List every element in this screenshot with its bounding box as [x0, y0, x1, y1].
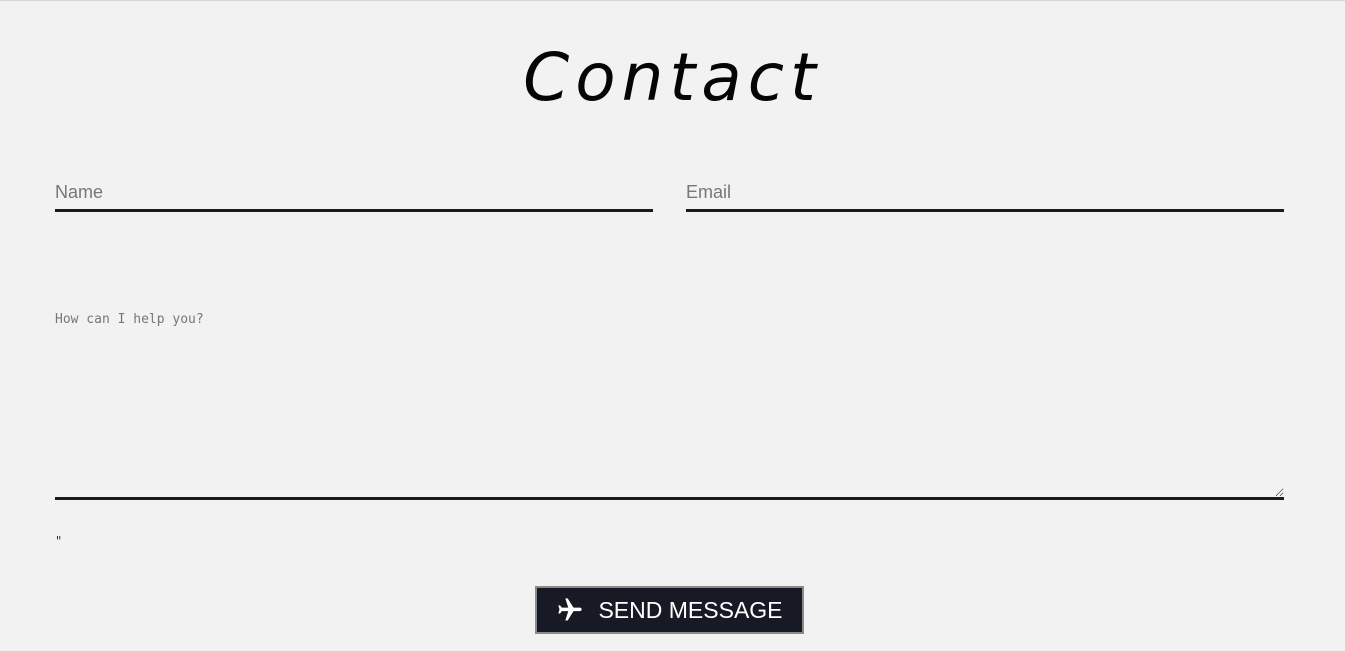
top-divider: [0, 0, 1345, 1]
send-message-label: SEND MESSAGE: [598, 596, 783, 623]
page-title: Contact: [523, 39, 822, 116]
email-field[interactable]: [686, 176, 1284, 212]
plane-icon: [556, 596, 584, 624]
name-field[interactable]: [55, 176, 653, 212]
send-message-button[interactable]: SEND MESSAGE: [535, 586, 804, 634]
message-textarea[interactable]: [55, 310, 1284, 500]
stray-quote-text: ": [55, 534, 63, 548]
